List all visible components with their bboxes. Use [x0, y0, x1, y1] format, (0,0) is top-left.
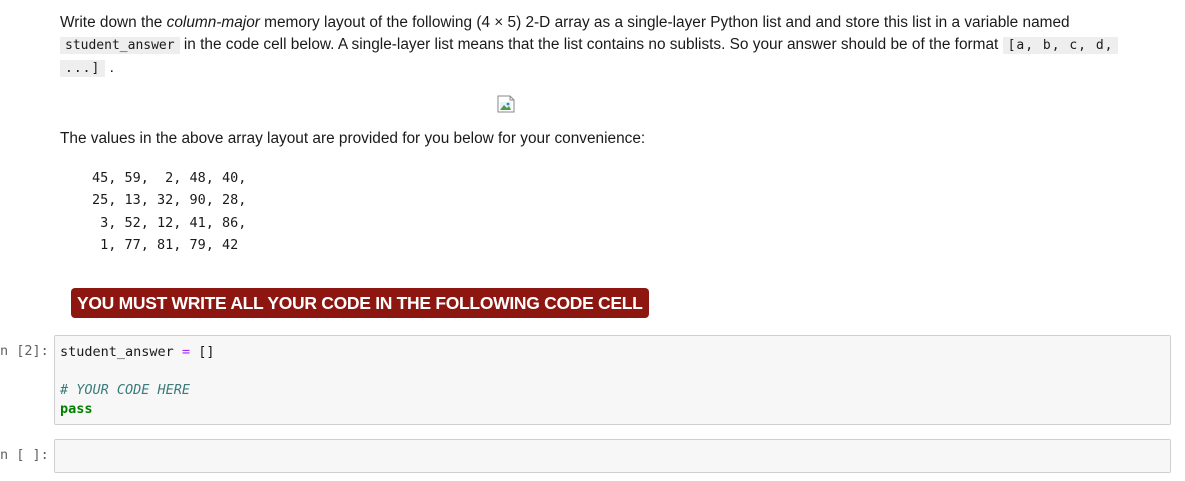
code-cell-editor[interactable]: student_answer = [] # YOUR CODE HERE pass: [54, 335, 1171, 425]
question-text: Write down the column-major memory layou…: [60, 12, 1170, 34]
question-markdown-cell: Write down the column-major memory layou…: [60, 12, 1170, 80]
variable-name-code: student_answer: [60, 37, 180, 54]
warning-banner: YOU MUST WRITE ALL YOUR CODE IN THE FOLL…: [71, 288, 649, 318]
format-code: [a, b, c, d,: [1002, 37, 1119, 54]
question-text-part: in the code cell below. A single-layer l…: [179, 36, 1003, 53]
array-values-row: 25, 13, 32, 90, 28,: [92, 192, 247, 209]
column-major-emphasis: column-major: [166, 14, 260, 31]
broken-image-icon: [497, 95, 517, 113]
notebook-page: Write down the column-major memory layou…: [0, 0, 1185, 481]
code-keyword: pass: [60, 401, 93, 417]
array-values: 45, 59, 2, 48, 40, 25, 13, 32, 90, 28, 3,…: [92, 167, 246, 256]
cell-prompt: n [2]:: [0, 343, 49, 359]
values-intro-text: The values in the above array layout are…: [60, 130, 646, 147]
code-value: []: [198, 344, 215, 360]
empty-code-cell-editor[interactable]: [54, 439, 1171, 473]
question-text-part: .: [105, 59, 114, 76]
code-comment: # YOUR CODE HERE: [60, 382, 191, 398]
code-line: student_answer = []: [60, 343, 214, 362]
array-values-row: 45, 59, 2, 48, 40,: [92, 170, 247, 186]
code-variable: student_answer: [60, 344, 174, 360]
question-text: ...] .: [60, 57, 1170, 80]
array-values-row: 3, 52, 12, 41, 86,: [92, 214, 247, 231]
question-text: student_answer in the code cell below. A…: [60, 34, 1170, 57]
question-text-part: Write down the: [60, 14, 167, 31]
cell-prompt: n [ ]:: [0, 447, 49, 463]
format-code-continued: ...]: [60, 60, 106, 77]
code-content[interactable]: student_answer = [] # YOUR CODE HERE pass: [60, 343, 214, 419]
array-values-row: 1, 77, 81, 79, 42: [92, 236, 239, 253]
question-text-part: memory layout of the following (4 × 5) 2…: [259, 14, 1070, 31]
code-operator: =: [181, 344, 191, 360]
